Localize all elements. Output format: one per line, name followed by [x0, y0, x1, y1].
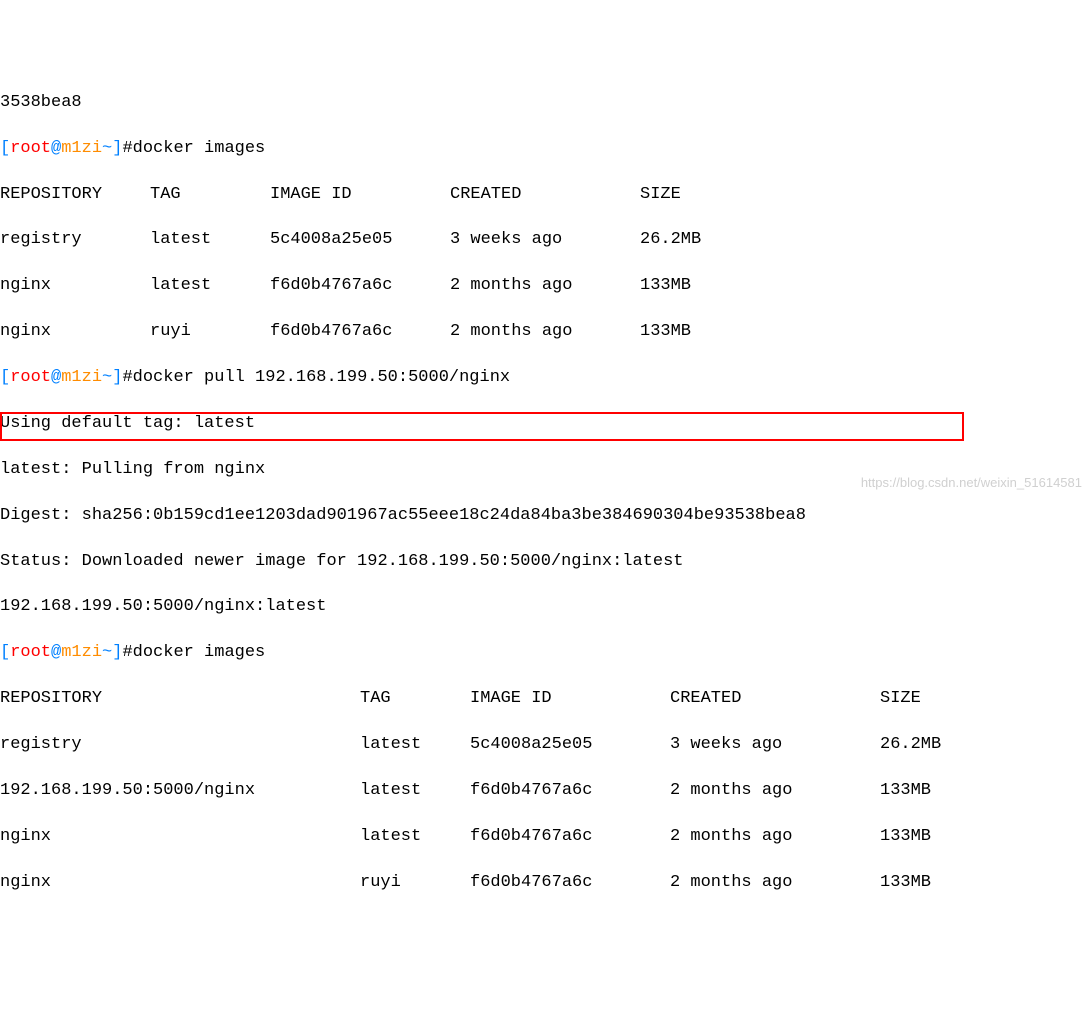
cell-tag: ruyi — [360, 872, 470, 895]
prompt-hash: # — [122, 643, 132, 662]
prompt-at: @ — [51, 643, 61, 662]
prompt-at: @ — [51, 139, 61, 158]
bracket-open: [ — [0, 368, 10, 387]
cell-size: 26.2MB — [880, 734, 941, 757]
cell-created: 2 months ago — [450, 321, 640, 344]
cell-id: f6d0b4767a6c — [270, 321, 450, 344]
cell-tag: latest — [360, 826, 470, 849]
table-header: REPOSITORYTAGIMAGE IDCREATEDSIZE — [0, 688, 1087, 711]
table-row: registrylatest5c4008a25e053 weeks ago26.… — [0, 229, 1087, 252]
cell-id: f6d0b4767a6c — [470, 826, 670, 849]
cell-created: 2 months ago — [670, 872, 880, 895]
output-line: Digest: sha256:0b159cd1ee1203dad901967ac… — [0, 505, 1087, 528]
output-line: Status: Downloaded newer image for 192.1… — [0, 551, 1087, 574]
bracket-open: [ — [0, 643, 10, 662]
prompt-path: ~ — [102, 368, 112, 387]
col-id: IMAGE ID — [470, 688, 670, 711]
command-text: docker images — [133, 139, 266, 158]
cell-id: 5c4008a25e05 — [270, 229, 450, 252]
cell-created: 3 weeks ago — [670, 734, 880, 757]
prompt-line[interactable]: [root@m1zi~]#docker pull 192.168.199.50:… — [0, 367, 1087, 390]
prompt-at: @ — [51, 368, 61, 387]
prompt-hash: # — [122, 139, 132, 158]
cell-tag: latest — [150, 275, 270, 298]
col-repo: REPOSITORY — [0, 184, 150, 207]
cell-created: 2 months ago — [450, 275, 640, 298]
cell-repo: nginx — [0, 275, 150, 298]
table-row: registrylatest5c4008a25e053 weeks ago26.… — [0, 734, 1087, 757]
cell-size: 133MB — [640, 275, 691, 298]
cell-repo: nginx — [0, 872, 360, 895]
prompt-line[interactable]: [root@m1zi~]#docker images — [0, 642, 1087, 665]
prompt-path: ~ — [102, 139, 112, 158]
table-row: nginxruyif6d0b4767a6c2 months ago133MB — [0, 321, 1087, 344]
cell-tag: latest — [360, 734, 470, 757]
cell-size: 133MB — [880, 872, 931, 895]
prompt-host: m1zi — [61, 643, 102, 662]
cell-repo: registry — [0, 229, 150, 252]
prompt-user: root — [10, 643, 51, 662]
cell-size: 26.2MB — [640, 229, 701, 252]
cell-id: f6d0b4767a6c — [270, 275, 450, 298]
cell-size: 133MB — [880, 826, 931, 849]
cell-size: 133MB — [640, 321, 691, 344]
table-row: nginxlatestf6d0b4767a6c2 months ago133MB — [0, 275, 1087, 298]
cell-created: 3 weeks ago — [450, 229, 640, 252]
cell-repo: registry — [0, 734, 360, 757]
cell-created: 2 months ago — [670, 826, 880, 849]
prompt-user: root — [10, 139, 51, 158]
bracket-open: [ — [0, 139, 10, 158]
col-created: CREATED — [670, 688, 880, 711]
table-header: REPOSITORYTAGIMAGE IDCREATEDSIZE — [0, 184, 1087, 207]
cell-size: 133MB — [880, 780, 931, 803]
col-tag: TAG — [150, 184, 270, 207]
bracket-close: ] — [112, 139, 122, 158]
cell-id: f6d0b4767a6c — [470, 872, 670, 895]
cell-tag: ruyi — [150, 321, 270, 344]
col-size: SIZE — [880, 688, 921, 711]
table-row: nginxruyif6d0b4767a6c2 months ago133MB — [0, 872, 1087, 895]
prompt-user: root — [10, 368, 51, 387]
col-id: IMAGE ID — [270, 184, 450, 207]
cell-created: 2 months ago — [670, 780, 880, 803]
watermark-text: https://blog.csdn.net/weixin_51614581 — [861, 474, 1082, 492]
prompt-path: ~ — [102, 643, 112, 662]
cell-tag: latest — [150, 229, 270, 252]
col-created: CREATED — [450, 184, 640, 207]
cell-id: 5c4008a25e05 — [470, 734, 670, 757]
cell-id: f6d0b4767a6c — [470, 780, 670, 803]
output-line: 192.168.199.50:5000/nginx:latest — [0, 596, 1087, 619]
col-size: SIZE — [640, 184, 681, 207]
col-repo: REPOSITORY — [0, 688, 360, 711]
cell-repo: nginx — [0, 321, 150, 344]
output-line: Using default tag: latest — [0, 413, 1087, 436]
col-tag: TAG — [360, 688, 470, 711]
bracket-close: ] — [112, 368, 122, 387]
output-line: 3538bea8 — [0, 92, 1087, 115]
prompt-hash: # — [122, 368, 132, 387]
command-text: docker images — [133, 643, 266, 662]
table-row-highlighted: 192.168.199.50:5000/nginxlatestf6d0b4767… — [0, 780, 1087, 803]
table-row: nginxlatestf6d0b4767a6c2 months ago133MB — [0, 826, 1087, 849]
prompt-host: m1zi — [61, 139, 102, 158]
prompt-line[interactable]: [root@m1zi~]#docker images — [0, 138, 1087, 161]
cell-repo: 192.168.199.50:5000/nginx — [0, 780, 360, 803]
bracket-close: ] — [112, 643, 122, 662]
prompt-host: m1zi — [61, 368, 102, 387]
cell-tag: latest — [360, 780, 470, 803]
command-text: docker pull 192.168.199.50:5000/nginx — [133, 368, 510, 387]
cell-repo: nginx — [0, 826, 360, 849]
